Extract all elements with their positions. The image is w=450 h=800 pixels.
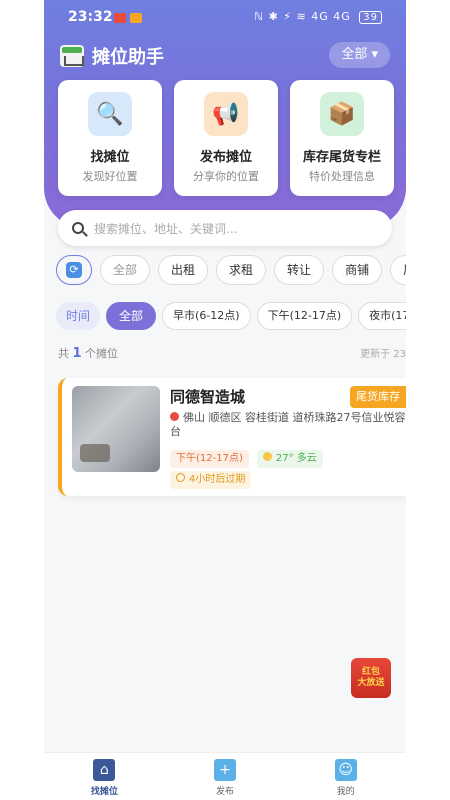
find-stall-card[interactable]: 🔍 找摊位 发现好位置 <box>58 80 162 196</box>
box-icon: 📦 <box>320 92 364 136</box>
category-want-rent[interactable]: 求租 <box>216 255 267 285</box>
category-factory[interactable]: 厂 <box>390 255 406 285</box>
card-subtitle: 特价处理信息 <box>309 170 375 183</box>
bottom-navigation: ⌂ 找摊位 + 发布 ☺ 我的 <box>44 752 406 800</box>
red-packet-button[interactable]: 红包 大放送 <box>351 658 391 698</box>
card-title: 找摊位 <box>90 150 130 165</box>
status-time: 23:32 <box>68 9 113 25</box>
result-count: 1 <box>72 346 82 361</box>
card-title: 发布摊位 <box>199 150 252 165</box>
time-filter: 时间 全部 早市(6-12点) 下午(12-17点) 夜市(17-2 <box>56 302 406 330</box>
listing-tag: 尾货库存 <box>350 386 406 408</box>
search-input[interactable]: 搜索摊位、地址、关键词... <box>94 220 237 237</box>
app-title: 摊位助手 <box>92 47 164 68</box>
sun-icon <box>262 452 272 461</box>
magnifier-icon: 🔍 <box>88 92 132 136</box>
address-text: 佛山 顺德区 容桂街道 道桥珠路27号信业悦容台 <box>170 411 406 438</box>
publish-stall-card[interactable]: 📢 发布摊位 分享你的位置 <box>174 80 278 196</box>
plus-icon: + <box>214 759 236 781</box>
summary-suffix: 个摊位 <box>85 347 119 360</box>
time-morning[interactable]: 早市(6-12点) <box>162 302 251 330</box>
nav-profile[interactable]: ☺ 我的 <box>285 753 406 800</box>
card-title: 库存尾货专栏 <box>302 150 381 165</box>
signal-icons: ℕ ✱ ⚡ ≋ 4G 4G <box>254 10 351 23</box>
refresh-icon: ⟳ <box>66 262 82 278</box>
category-rent-out[interactable]: 出租 <box>158 255 209 285</box>
location-pin-icon <box>170 412 179 421</box>
message-icon <box>130 13 142 23</box>
expiry-badge: 4小时后过期 <box>170 471 252 489</box>
stall-logo-icon <box>60 45 84 67</box>
expiry-text: 4小时后过期 <box>189 474 246 485</box>
listing-badges: 下午(12-17点) 27° 多云 <box>170 450 331 468</box>
notification-icon <box>114 13 126 23</box>
time-afternoon[interactable]: 下午(12-17点) <box>256 302 353 330</box>
category-all[interactable]: 全部 <box>100 255 151 285</box>
time-night[interactable]: 夜市(17-2 <box>358 302 406 330</box>
alarm-icon <box>176 473 185 482</box>
category-transfer[interactable]: 转让 <box>274 255 325 285</box>
app-bar: 摊位助手 <box>60 42 164 70</box>
home-icon: ⌂ <box>93 759 116 781</box>
search-bar[interactable]: 搜索摊位、地址、关键词... <box>58 210 392 246</box>
category-shop[interactable]: 商铺 <box>332 255 383 285</box>
result-summary: 共 1 个摊位 更新于 23 <box>58 345 406 361</box>
region-dropdown[interactable]: 全部 ▾ <box>329 42 390 68</box>
clearance-card[interactable]: 📦 库存尾货专栏 特价处理信息 <box>290 80 394 196</box>
status-bar: 23:32 ℕ ✱ ⚡ ≋ 4G 4G 39 <box>44 4 406 30</box>
app-screen: 23:32 ℕ ✱ ⚡ ≋ 4G 4G 39 摊位助手 全部 ▾ 🔍 找摊位 发… <box>44 0 406 800</box>
weather-badge: 27° 多云 <box>256 450 323 468</box>
nav-label: 发布 <box>216 787 235 797</box>
listing-name: 同德智造城 <box>170 388 246 406</box>
search-icon <box>72 222 84 234</box>
feature-cards: 🔍 找摊位 发现好位置 📢 发布摊位 分享你的位置 📦 库存尾货专栏 特价处理信… <box>58 80 394 196</box>
battery-icon: 39 <box>359 11 382 24</box>
category-filter: ⟳ 全部 出租 求租 转让 商铺 厂 <box>56 255 406 285</box>
nav-label: 找摊位 <box>90 787 118 797</box>
status-indicators: ℕ ✱ ⚡ ≋ 4G 4G 39 <box>254 10 382 24</box>
weather-text: 27° 多云 <box>275 453 317 464</box>
user-icon: ☺ <box>334 759 357 781</box>
megaphone-icon: 📢 <box>204 92 248 136</box>
summary-prefix: 共 <box>58 347 69 360</box>
updated-time: 更新于 23 <box>360 349 406 360</box>
refresh-button[interactable]: ⟳ <box>56 255 92 285</box>
listing-thumbnail <box>72 386 160 472</box>
nav-find-stall[interactable]: ⌂ 找摊位 <box>44 753 165 800</box>
card-subtitle: 发现好位置 <box>82 170 138 183</box>
listing-address: 佛山 顺德区 容桂街道 道桥珠路27号信业悦容台 <box>170 411 406 439</box>
listing-card[interactable]: 同德智造城 尾货库存 佛山 顺德区 容桂街道 道桥珠路27号信业悦容台 下午(1… <box>58 378 406 496</box>
nav-publish[interactable]: + 发布 <box>165 753 286 800</box>
time-all[interactable]: 全部 <box>106 302 157 330</box>
nav-label: 我的 <box>336 787 355 797</box>
time-filter-label: 时间 <box>56 302 101 330</box>
period-badge: 下午(12-17点) <box>170 450 249 468</box>
card-subtitle: 分享你的位置 <box>193 170 259 183</box>
